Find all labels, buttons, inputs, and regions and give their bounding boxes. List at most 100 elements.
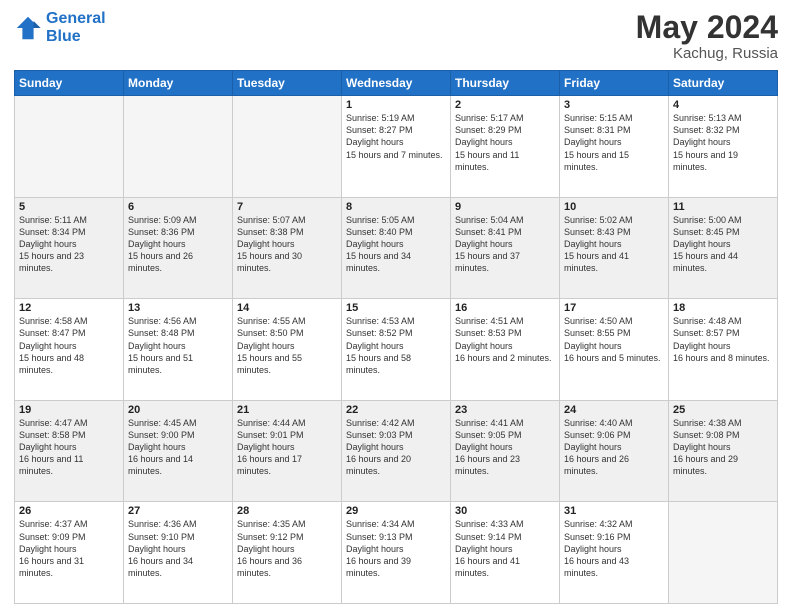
day-number: 13 — [128, 302, 228, 314]
day-info: Sunrise: 4:35 AMSunset: 9:12 PMDaylight … — [237, 518, 337, 579]
calendar-day-cell: 10Sunrise: 5:02 AMSunset: 8:43 PMDayligh… — [560, 197, 669, 299]
day-number: 11 — [673, 201, 773, 213]
calendar-day-cell: 4Sunrise: 5:13 AMSunset: 8:32 PMDaylight… — [669, 96, 778, 198]
calendar-week-row: 19Sunrise: 4:47 AMSunset: 8:58 PMDayligh… — [15, 400, 778, 502]
calendar-day-cell: 15Sunrise: 4:53 AMSunset: 8:52 PMDayligh… — [342, 299, 451, 401]
day-info: Sunrise: 4:36 AMSunset: 9:10 PMDaylight … — [128, 518, 228, 579]
day-info: Sunrise: 5:11 AMSunset: 8:34 PMDaylight … — [19, 214, 119, 275]
day-info: Sunrise: 4:38 AMSunset: 9:08 PMDaylight … — [673, 417, 773, 478]
day-number: 20 — [128, 404, 228, 416]
calendar-day-cell: 28Sunrise: 4:35 AMSunset: 9:12 PMDayligh… — [233, 502, 342, 604]
calendar-day-cell: 5Sunrise: 5:11 AMSunset: 8:34 PMDaylight… — [15, 197, 124, 299]
day-info: Sunrise: 5:13 AMSunset: 8:32 PMDaylight … — [673, 112, 773, 173]
calendar-day-cell: 11Sunrise: 5:00 AMSunset: 8:45 PMDayligh… — [669, 197, 778, 299]
calendar-day-cell: 13Sunrise: 4:56 AMSunset: 8:48 PMDayligh… — [124, 299, 233, 401]
calendar-day-header: Friday — [560, 71, 669, 96]
calendar-week-row: 12Sunrise: 4:58 AMSunset: 8:47 PMDayligh… — [15, 299, 778, 401]
day-number: 15 — [346, 302, 446, 314]
day-info: Sunrise: 4:55 AMSunset: 8:50 PMDaylight … — [237, 315, 337, 376]
day-info: Sunrise: 4:41 AMSunset: 9:05 PMDaylight … — [455, 417, 555, 478]
calendar-day-header: Sunday — [15, 71, 124, 96]
calendar-day-cell — [669, 502, 778, 604]
logo-text: General Blue — [46, 10, 106, 45]
day-number: 22 — [346, 404, 446, 416]
day-info: Sunrise: 4:58 AMSunset: 8:47 PMDaylight … — [19, 315, 119, 376]
day-info: Sunrise: 4:53 AMSunset: 8:52 PMDaylight … — [346, 315, 446, 376]
day-info: Sunrise: 5:09 AMSunset: 8:36 PMDaylight … — [128, 214, 228, 275]
calendar-day-cell: 14Sunrise: 4:55 AMSunset: 8:50 PMDayligh… — [233, 299, 342, 401]
calendar-day-header: Thursday — [451, 71, 560, 96]
calendar-day-cell: 18Sunrise: 4:48 AMSunset: 8:57 PMDayligh… — [669, 299, 778, 401]
day-info: Sunrise: 4:50 AMSunset: 8:55 PMDaylight … — [564, 315, 664, 364]
calendar-day-cell: 27Sunrise: 4:36 AMSunset: 9:10 PMDayligh… — [124, 502, 233, 604]
calendar-header-row: SundayMondayTuesdayWednesdayThursdayFrid… — [15, 71, 778, 96]
day-number: 28 — [237, 505, 337, 517]
calendar-day-cell — [15, 96, 124, 198]
day-number: 7 — [237, 201, 337, 213]
day-number: 14 — [237, 302, 337, 314]
day-number: 10 — [564, 201, 664, 213]
day-number: 3 — [564, 99, 664, 111]
calendar-day-cell: 24Sunrise: 4:40 AMSunset: 9:06 PMDayligh… — [560, 400, 669, 502]
day-info: Sunrise: 5:05 AMSunset: 8:40 PMDaylight … — [346, 214, 446, 275]
logo: General Blue — [14, 10, 106, 45]
logo-icon — [14, 14, 42, 42]
day-info: Sunrise: 5:04 AMSunset: 8:41 PMDaylight … — [455, 214, 555, 275]
day-number: 1 — [346, 99, 446, 111]
calendar-day-cell: 25Sunrise: 4:38 AMSunset: 9:08 PMDayligh… — [669, 400, 778, 502]
calendar-day-cell: 21Sunrise: 4:44 AMSunset: 9:01 PMDayligh… — [233, 400, 342, 502]
calendar-day-header: Monday — [124, 71, 233, 96]
day-number: 2 — [455, 99, 555, 111]
calendar-week-row: 5Sunrise: 5:11 AMSunset: 8:34 PMDaylight… — [15, 197, 778, 299]
day-info: Sunrise: 5:07 AMSunset: 8:38 PMDaylight … — [237, 214, 337, 275]
day-info: Sunrise: 4:56 AMSunset: 8:48 PMDaylight … — [128, 315, 228, 376]
day-number: 19 — [19, 404, 119, 416]
calendar-day-cell — [233, 96, 342, 198]
calendar-day-header: Wednesday — [342, 71, 451, 96]
day-info: Sunrise: 4:40 AMSunset: 9:06 PMDaylight … — [564, 417, 664, 478]
calendar-day-cell: 9Sunrise: 5:04 AMSunset: 8:41 PMDaylight… — [451, 197, 560, 299]
title-month: May 2024 — [636, 10, 778, 45]
day-number: 27 — [128, 505, 228, 517]
calendar-table: SundayMondayTuesdayWednesdayThursdayFrid… — [14, 70, 778, 604]
day-number: 25 — [673, 404, 773, 416]
calendar-day-cell: 16Sunrise: 4:51 AMSunset: 8:53 PMDayligh… — [451, 299, 560, 401]
day-info: Sunrise: 5:02 AMSunset: 8:43 PMDaylight … — [564, 214, 664, 275]
day-info: Sunrise: 5:17 AMSunset: 8:29 PMDaylight … — [455, 112, 555, 173]
day-number: 16 — [455, 302, 555, 314]
day-info: Sunrise: 4:32 AMSunset: 9:16 PMDaylight … — [564, 518, 664, 579]
calendar-day-cell: 7Sunrise: 5:07 AMSunset: 8:38 PMDaylight… — [233, 197, 342, 299]
calendar-day-cell: 22Sunrise: 4:42 AMSunset: 9:03 PMDayligh… — [342, 400, 451, 502]
day-info: Sunrise: 4:51 AMSunset: 8:53 PMDaylight … — [455, 315, 555, 364]
calendar-day-cell — [124, 96, 233, 198]
day-number: 18 — [673, 302, 773, 314]
calendar-day-header: Saturday — [669, 71, 778, 96]
day-number: 30 — [455, 505, 555, 517]
day-number: 29 — [346, 505, 446, 517]
day-number: 21 — [237, 404, 337, 416]
calendar-day-cell: 3Sunrise: 5:15 AMSunset: 8:31 PMDaylight… — [560, 96, 669, 198]
day-info: Sunrise: 4:48 AMSunset: 8:57 PMDaylight … — [673, 315, 773, 364]
day-info: Sunrise: 5:00 AMSunset: 8:45 PMDaylight … — [673, 214, 773, 275]
calendar-day-header: Tuesday — [233, 71, 342, 96]
calendar-day-cell: 6Sunrise: 5:09 AMSunset: 8:36 PMDaylight… — [124, 197, 233, 299]
day-info: Sunrise: 4:42 AMSunset: 9:03 PMDaylight … — [346, 417, 446, 478]
calendar-week-row: 26Sunrise: 4:37 AMSunset: 9:09 PMDayligh… — [15, 502, 778, 604]
day-number: 24 — [564, 404, 664, 416]
calendar-day-cell: 31Sunrise: 4:32 AMSunset: 9:16 PMDayligh… — [560, 502, 669, 604]
calendar-day-cell: 2Sunrise: 5:17 AMSunset: 8:29 PMDaylight… — [451, 96, 560, 198]
day-info: Sunrise: 4:34 AMSunset: 9:13 PMDaylight … — [346, 518, 446, 579]
day-number: 26 — [19, 505, 119, 517]
calendar-day-cell: 12Sunrise: 4:58 AMSunset: 8:47 PMDayligh… — [15, 299, 124, 401]
calendar-day-cell: 1Sunrise: 5:19 AMSunset: 8:27 PMDaylight… — [342, 96, 451, 198]
day-number: 8 — [346, 201, 446, 213]
calendar-day-cell: 17Sunrise: 4:50 AMSunset: 8:55 PMDayligh… — [560, 299, 669, 401]
header: General Blue May 2024 Kachug, Russia — [14, 10, 778, 62]
calendar-day-cell: 8Sunrise: 5:05 AMSunset: 8:40 PMDaylight… — [342, 197, 451, 299]
day-info: Sunrise: 4:44 AMSunset: 9:01 PMDaylight … — [237, 417, 337, 478]
calendar-day-cell: 19Sunrise: 4:47 AMSunset: 8:58 PMDayligh… — [15, 400, 124, 502]
day-info: Sunrise: 5:19 AMSunset: 8:27 PMDaylight … — [346, 112, 446, 161]
title-location: Kachug, Russia — [636, 45, 778, 62]
day-number: 31 — [564, 505, 664, 517]
day-number: 17 — [564, 302, 664, 314]
